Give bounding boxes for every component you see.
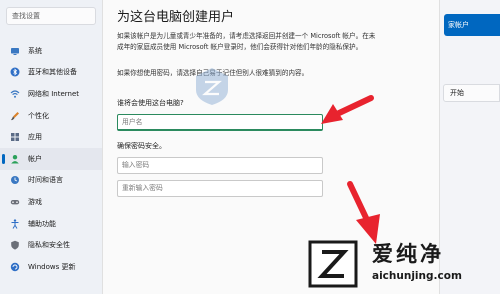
sidebar-item-label: 应用 bbox=[28, 133, 42, 142]
settings-sidebar: 查找设置 系统 蓝牙和其他设备 网络和 Internet 个性化 应用 帐户 时… bbox=[0, 0, 102, 294]
password-hint: 如果你想使用密码，请选择自己易于记住但别人很难猜到的内容。 bbox=[117, 68, 427, 79]
brand-name: 爱纯净 bbox=[372, 242, 444, 266]
sidebar-item-windows-update[interactable]: Windows 更新 bbox=[0, 256, 102, 278]
sidebar-item-label: 网络和 Internet bbox=[28, 89, 80, 98]
sidebar-item-label: 隐私和安全性 bbox=[28, 241, 70, 250]
intro-line-2: 成年的家庭成员使用 Microsoft 帐户登录时，他们会获得针对他们年龄的隐私… bbox=[117, 43, 363, 51]
sidebar-item-network[interactable]: 网络和 Internet bbox=[0, 83, 102, 105]
sidebar-nav: 系统 蓝牙和其他设备 网络和 Internet 个性化 应用 帐户 时间和语言 … bbox=[0, 40, 102, 278]
intro-line-1: 如果该帐户是为儿童或青少年准备的，请考虑选择返回并创建一个 Microsoft … bbox=[117, 32, 376, 40]
update-icon bbox=[10, 262, 20, 272]
repassword-field[interactable]: 重新输入密码 bbox=[117, 180, 323, 197]
sidebar-item-accessibility[interactable]: 辅助功能 bbox=[0, 213, 102, 235]
sidebar-item-label: 游戏 bbox=[28, 197, 42, 206]
gamepad-icon bbox=[10, 197, 20, 207]
sidebar-item-label: 个性化 bbox=[28, 111, 49, 120]
sidebar-item-bluetooth[interactable]: 蓝牙和其他设备 bbox=[0, 62, 102, 84]
account-icon bbox=[10, 154, 20, 164]
watermark-badge-icon bbox=[196, 68, 228, 105]
sidebar-item-time-language[interactable]: 时间和语言 bbox=[0, 170, 102, 192]
sidebar-item-apps[interactable]: 应用 bbox=[0, 126, 102, 148]
sidebar-item-label: 帐户 bbox=[28, 154, 42, 163]
sidebar-item-personalization[interactable]: 个性化 bbox=[0, 105, 102, 127]
brand-watermark: 爱纯净 aichunjing.com bbox=[300, 232, 500, 294]
shield-icon bbox=[10, 240, 20, 250]
sidebar-item-label: 蓝牙和其他设备 bbox=[28, 68, 77, 77]
sidebar-item-privacy[interactable]: 隐私和安全性 bbox=[0, 234, 102, 256]
accessibility-icon bbox=[10, 218, 20, 229]
clock-globe-icon bbox=[10, 175, 20, 185]
search-input[interactable]: 查找设置 bbox=[6, 7, 96, 25]
security-label: 确保密码安全。 bbox=[117, 142, 166, 150]
network-icon bbox=[10, 89, 20, 99]
sidebar-item-label: 系统 bbox=[28, 46, 42, 55]
start-button[interactable]: 开始 bbox=[443, 84, 500, 102]
add-account-button[interactable]: 家帐户 bbox=[444, 14, 500, 36]
brush-icon bbox=[10, 111, 20, 121]
brand-url: aichunjing.com bbox=[372, 270, 462, 282]
apps-icon bbox=[10, 132, 20, 142]
sidebar-item-system[interactable]: 系统 bbox=[0, 40, 102, 62]
sidebar-item-gaming[interactable]: 游戏 bbox=[0, 191, 102, 213]
brand-logo-icon bbox=[308, 240, 358, 288]
sidebar-item-label: 时间和语言 bbox=[28, 176, 63, 185]
dialog-title: 为这台电脑创建用户 bbox=[117, 10, 235, 25]
sidebar-item-accounts[interactable]: 帐户 bbox=[0, 147, 102, 170]
bluetooth-icon bbox=[10, 67, 20, 77]
who-label: 谁将会使用这台电脑? bbox=[117, 99, 184, 107]
sidebar-item-label: 辅助功能 bbox=[28, 219, 56, 228]
sidebar-item-label: Windows 更新 bbox=[28, 262, 76, 271]
monitor-icon bbox=[10, 46, 20, 56]
password-field[interactable]: 输入密码 bbox=[117, 157, 323, 174]
username-field[interactable]: 用户名 bbox=[117, 114, 323, 131]
